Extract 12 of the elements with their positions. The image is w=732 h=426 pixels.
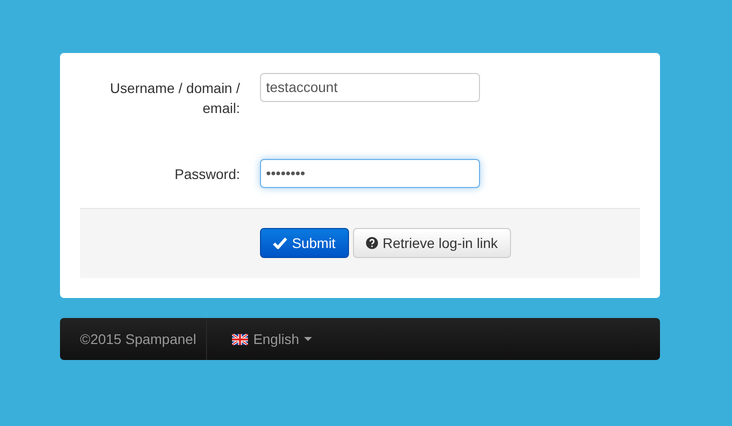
copyright-text: ©2015 Spampanel [60,318,208,360]
retrieve-link-button[interactable]: Retrieve log-in link [352,228,511,258]
password-field[interactable]: •••••••• [260,159,480,188]
language-dropdown[interactable]: English [207,318,312,360]
help-icon [366,237,378,249]
username-field[interactable]: testaccount [260,73,480,102]
checkmark-icon [273,237,287,249]
caret-icon [304,337,312,341]
field-label: Username / domain / email: [109,79,240,118]
flag-icon [232,334,248,344]
field-label: Password: [174,165,240,184]
submit-button[interactable]: Submit [260,228,349,258]
